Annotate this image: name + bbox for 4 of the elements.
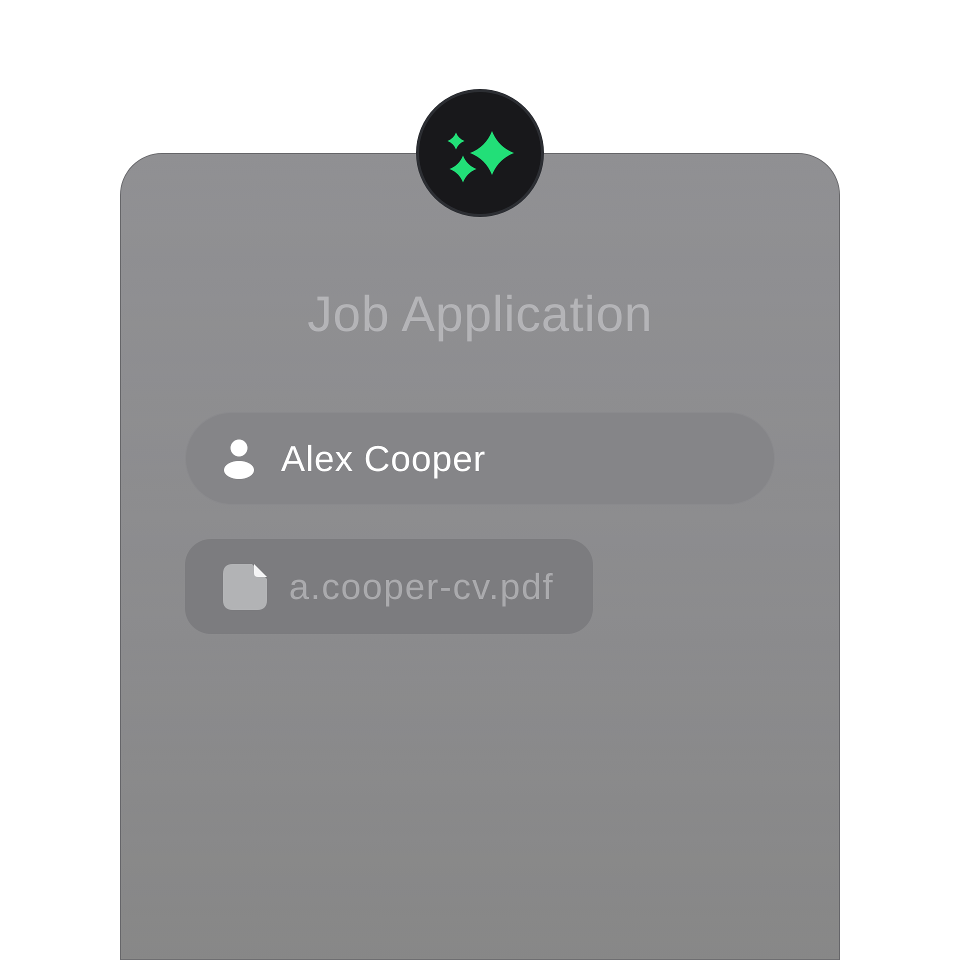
sparkles-icon	[416, 89, 544, 217]
name-field[interactable]: Alex Cooper	[185, 412, 775, 505]
document-icon	[223, 564, 267, 610]
person-icon	[222, 438, 256, 478]
